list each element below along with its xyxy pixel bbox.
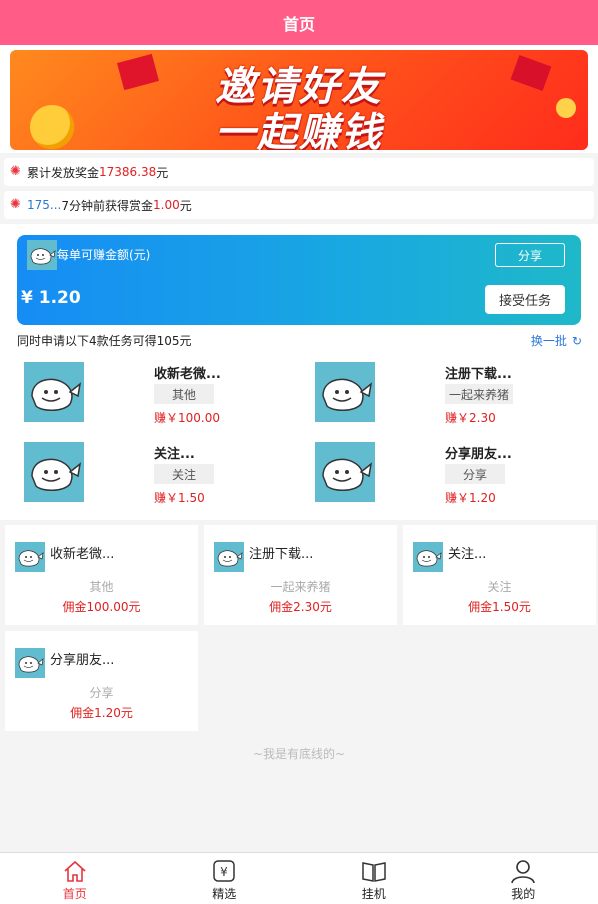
task-earn: 赚￥100.00	[154, 411, 220, 425]
task-item[interactable]: 分享朋友... 分享 赚￥1.20	[307, 435, 598, 515]
task-tag: 一起来养猪	[445, 384, 514, 404]
tab-label: 首页	[62, 887, 87, 901]
end-of-list-text: ~我是有底线的~	[252, 747, 346, 761]
tab-home[interactable]: 首页	[0, 853, 150, 904]
task-card-commission: 佣金100.00元	[62, 600, 141, 614]
home-icon	[64, 860, 86, 882]
book-icon	[362, 862, 386, 882]
hint-row: 同时申请以下4款任务可得105元 换一批 ↻	[0, 325, 598, 355]
whale-avatar-icon	[15, 542, 45, 572]
task-name: 收新老微...	[154, 367, 221, 382]
whale-avatar-icon	[24, 362, 84, 422]
whale-avatar-icon	[15, 648, 45, 678]
notice-user: 175...	[27, 198, 62, 212]
whale-avatar-icon	[413, 542, 443, 572]
task-card-name: 收新老微...	[50, 547, 115, 562]
task-card-commission: 佣金1.20元	[70, 706, 133, 720]
tab-idle[interactable]: 挂机	[299, 853, 449, 904]
whale-avatar-icon	[315, 442, 375, 502]
task-name: 注册下载...	[445, 367, 512, 382]
user-icon	[511, 860, 536, 884]
refresh-button[interactable]: 换一批 ↻	[531, 332, 582, 349]
invite-banner[interactable]: 邀请好友 一起赚钱	[10, 50, 588, 150]
task-earn: 赚￥1.20	[445, 491, 496, 505]
task-card[interactable]: 关注... 关注 佣金1.50元	[403, 525, 596, 625]
recent-reward-notice: ✺ 175... 7分钟前获得赏金 1.00 元	[4, 191, 594, 219]
task-item[interactable]: 收新老微... 其他 赚￥100.00	[16, 355, 307, 435]
reward-amount: ¥ 1.20	[21, 288, 81, 308]
pinwheel-icon: ✺	[10, 197, 21, 212]
notice-prefix: 累计发放奖金	[27, 165, 100, 180]
whale-avatar-icon	[24, 442, 84, 502]
task-tag: 关注	[154, 464, 214, 484]
task-tag: 分享	[445, 464, 505, 484]
task-card[interactable]: 分享朋友... 分享 佣金1.20元	[5, 631, 198, 731]
task-card-name: 关注...	[448, 547, 487, 562]
task-card-tag: 其他	[89, 580, 114, 594]
notice-amount: 1.00	[153, 198, 180, 212]
task-name: 关注...	[154, 447, 195, 462]
reward-card: 每单可赚金额(元) ¥ 1.20 分享 接受任务	[17, 235, 581, 325]
whale-avatar-icon	[214, 542, 244, 572]
task-card[interactable]: 注册下载... 一起来养猪 佣金2.30元	[204, 525, 397, 625]
task-grid: 收新老微... 其他 赚￥100.00 注册下载... 一起来养猪 赚￥2.30	[0, 355, 598, 520]
bundle-hint: 同时申请以下4款任务可得105元	[17, 334, 192, 348]
refresh-label: 换一批	[530, 334, 567, 348]
whale-avatar-icon	[27, 240, 57, 270]
total-bonus-notice: ✺ 累计发放奖金 17386.38 元	[4, 158, 594, 186]
app-page: 首页 邀请好友 一起赚钱 ✺ 累计发放奖金 17386.38 元 ✺ 175..…	[0, 0, 598, 904]
task-earn: 赚￥1.50	[154, 491, 205, 505]
total-bonus-value: 17386.38	[99, 165, 157, 179]
tab-label: 精选	[212, 887, 237, 901]
yen-icon: ¥	[213, 860, 235, 882]
notice-middle: 7分钟前获得赏金	[61, 198, 153, 213]
tab-featured[interactable]: ¥ 精选	[150, 853, 300, 904]
share-button[interactable]: 分享	[495, 243, 565, 267]
tab-label: 我的	[511, 887, 536, 901]
task-card-tag: 关注	[487, 580, 512, 594]
banner-wrapper: 邀请好友 一起赚钱	[0, 45, 598, 153]
notice-suffix: 元	[179, 198, 192, 213]
accept-task-button[interactable]: 接受任务	[485, 285, 565, 314]
task-card-grid: 收新老微... 其他 佣金100.00元 注册下载... 一起来养猪 佣金2.3…	[0, 520, 598, 731]
task-card-commission: 佣金2.30元	[269, 600, 332, 614]
task-name: 分享朋友...	[445, 447, 512, 462]
reward-section: 每单可赚金额(元) ¥ 1.20 分享 接受任务 同时申请以下4款任务可得105…	[0, 224, 598, 520]
task-tag: 其他	[154, 384, 214, 404]
notice-suffix: 元	[156, 165, 169, 180]
tab-label: 挂机	[361, 887, 386, 901]
task-card-name: 注册下载...	[249, 547, 314, 562]
task-card-name: 分享朋友...	[50, 653, 115, 668]
pinwheel-icon: ✺	[10, 164, 21, 179]
whale-avatar-icon	[315, 362, 375, 422]
tab-mine[interactable]: 我的	[449, 853, 598, 904]
task-card-commission: 佣金1.50元	[468, 600, 531, 614]
banner-line-2: 一起赚钱	[215, 110, 383, 150]
task-earn: 赚￥2.30	[445, 411, 496, 425]
task-card-tag: 一起来养猪	[270, 580, 331, 594]
reward-title: 每单可赚金额(元)	[57, 248, 151, 262]
task-item[interactable]: 注册下载... 一起来养猪 赚￥2.30	[307, 355, 598, 435]
task-card[interactable]: 收新老微... 其他 佣金100.00元	[5, 525, 198, 625]
task-card-tag: 分享	[89, 686, 114, 700]
refresh-icon: ↻	[571, 333, 582, 348]
task-item[interactable]: 关注... 关注 赚￥1.50	[16, 435, 307, 515]
bottom-tab-bar: 首页 ¥ 精选 挂机 我的	[0, 852, 598, 904]
page-title: 首页	[282, 14, 315, 34]
svg-text:¥: ¥	[220, 865, 228, 879]
page-header: 首页	[0, 0, 598, 45]
